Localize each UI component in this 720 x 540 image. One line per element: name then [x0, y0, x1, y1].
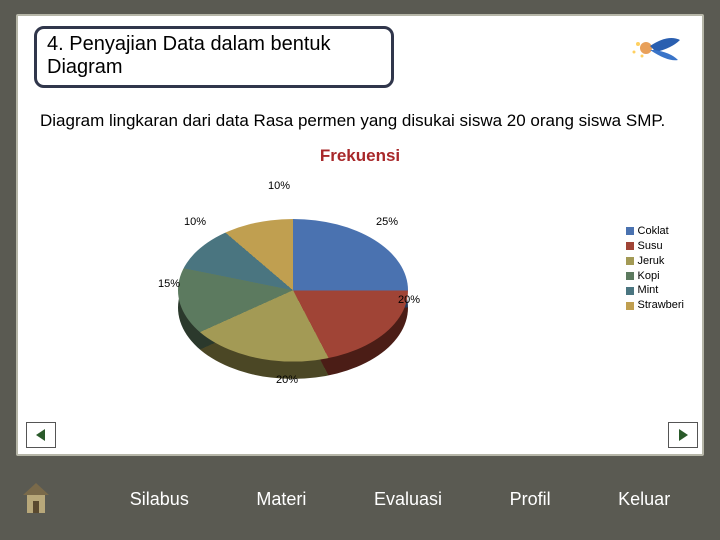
menu-silabus[interactable]: Silabus	[130, 489, 189, 510]
legend-label: Susu	[638, 239, 663, 254]
pie-top	[178, 219, 408, 362]
fairy-decoration-icon	[628, 26, 688, 76]
prev-button[interactable]	[26, 422, 56, 448]
legend-item: Coklat	[626, 224, 684, 239]
chart-description: Diagram lingkaran dari data Rasa permen …	[40, 110, 680, 131]
triangle-right-icon	[675, 427, 691, 443]
legend-item: Mint	[626, 283, 684, 298]
chart-legend: Coklat Susu Jeruk Kopi Mint Strawberi	[626, 224, 684, 313]
home-icon	[19, 479, 53, 519]
triangle-left-icon	[33, 427, 49, 443]
legend-swatch-icon	[626, 227, 634, 235]
menu-keluar[interactable]: Keluar	[618, 489, 670, 510]
bottom-menu-bar: Silabus Materi Evaluasi Profil Keluar	[0, 470, 720, 540]
pct-jeruk: 20%	[276, 374, 298, 386]
chart-title: Frekuensi	[18, 146, 702, 166]
chart-description-text: Diagram lingkaran dari data Rasa permen …	[40, 111, 665, 130]
legend-swatch-icon	[626, 242, 634, 250]
slide-title-text: 4. Penyajian Data dalam bentuk Diagram	[47, 33, 331, 78]
legend-item: Susu	[626, 239, 684, 254]
pct-mint: 10%	[184, 216, 206, 228]
pie-3d	[178, 219, 408, 362]
pct-strawberi: 10%	[268, 180, 290, 192]
legend-label: Kopi	[638, 269, 660, 284]
menu-evaluasi[interactable]: Evaluasi	[374, 489, 442, 510]
pie-chart: 25% 20% 20% 15% 10% 10%	[128, 172, 488, 432]
nav-arrow-row	[18, 422, 706, 448]
menu-items: Silabus Materi Evaluasi Profil Keluar	[96, 489, 704, 510]
slide-title: 4. Penyajian Data dalam bentuk Diagram	[34, 26, 394, 88]
legend-label: Strawberi	[638, 298, 684, 313]
legend-swatch-icon	[626, 302, 634, 310]
legend-item: Jeruk	[626, 254, 684, 269]
next-button[interactable]	[668, 422, 698, 448]
legend-item: Strawberi	[626, 298, 684, 313]
pct-kopi: 15%	[158, 278, 180, 290]
slide-frame: 4. Penyajian Data dalam bentuk Diagram D…	[16, 14, 704, 456]
legend-label: Jeruk	[638, 254, 665, 269]
pct-susu: 20%	[398, 294, 420, 306]
menu-materi[interactable]: Materi	[256, 489, 306, 510]
home-button[interactable]	[16, 477, 56, 521]
legend-label: Mint	[638, 283, 659, 298]
legend-swatch-icon	[626, 272, 634, 280]
legend-swatch-icon	[626, 287, 634, 295]
menu-profil[interactable]: Profil	[510, 489, 551, 510]
pct-coklat: 25%	[376, 216, 398, 228]
legend-item: Kopi	[626, 269, 684, 284]
legend-label: Coklat	[638, 224, 669, 239]
legend-swatch-icon	[626, 257, 634, 265]
